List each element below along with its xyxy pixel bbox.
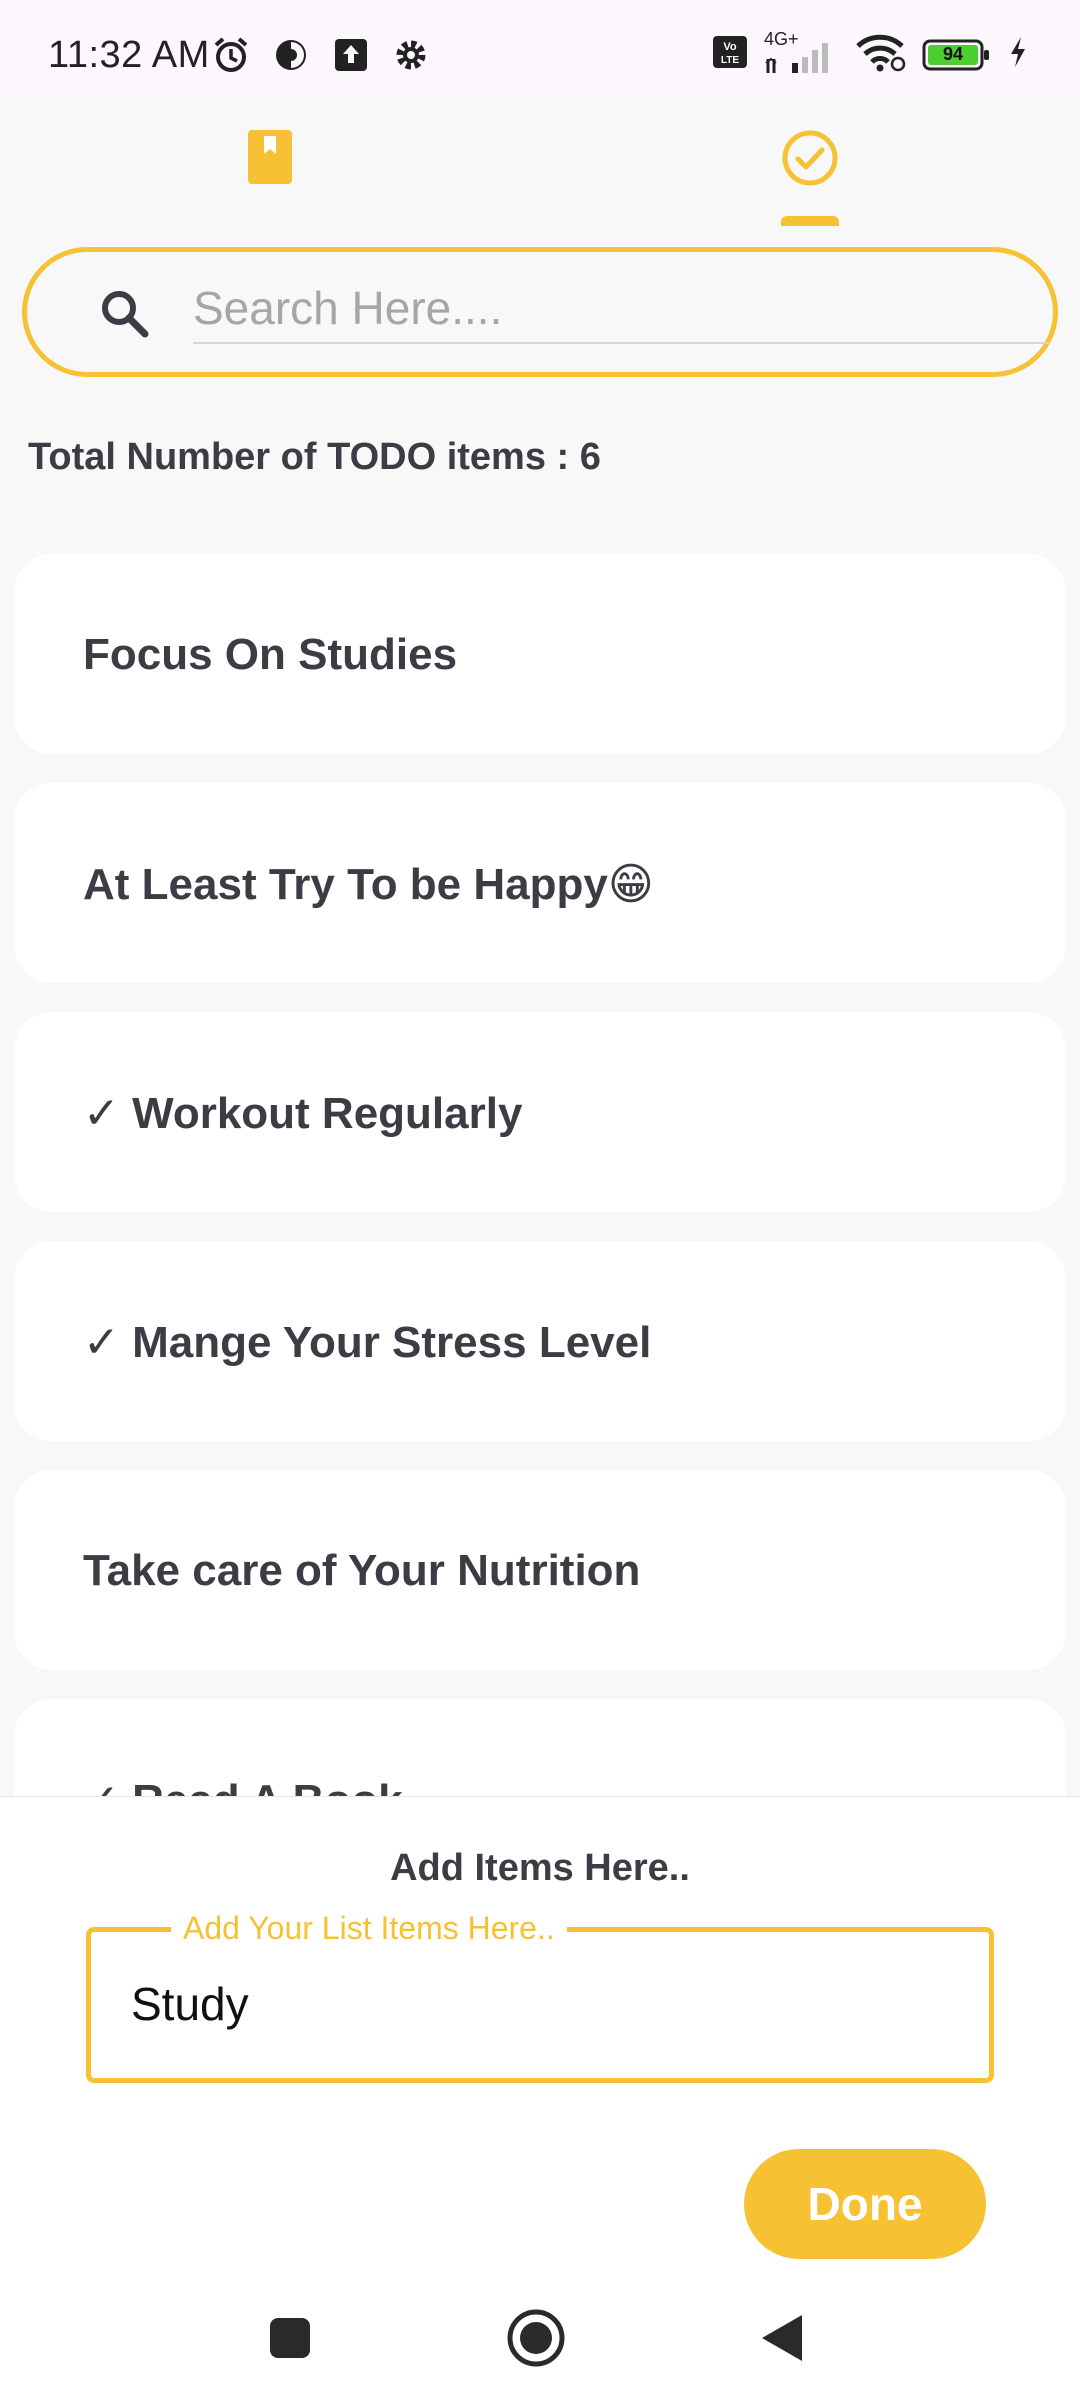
- status-time: 11:32 AM: [48, 34, 210, 76]
- add-item-input[interactable]: [131, 1972, 951, 2036]
- status-icons-right: Vo LTE 4G+ 94: [712, 29, 1028, 77]
- add-item-field[interactable]: Add Your List Items Here..: [86, 1910, 994, 2083]
- wifi-icon: [854, 32, 906, 77]
- todo-item[interactable]: ✓ Mange Your Stress Level: [14, 1241, 1066, 1441]
- sheet-title: Add Items Here..: [390, 1847, 690, 1889]
- todo-item[interactable]: ✓ Read A Book: [14, 1699, 1066, 1796]
- done-button[interactable]: Done: [744, 2149, 986, 2259]
- tab-notes[interactable]: [0, 92, 540, 226]
- todo-item-text: ✓ Mange Your Stress Level: [83, 1318, 652, 1367]
- battery-level: 94: [942, 43, 964, 64]
- battery-icon: 94: [922, 38, 992, 72]
- charging-icon: [1008, 35, 1028, 74]
- svg-text:Vo: Vo: [723, 41, 737, 53]
- status-bar: 11:32 AM Vo LTE 4G+ 94: [0, 0, 1080, 92]
- search-icon: [99, 288, 151, 345]
- recents-icon: [268, 2316, 312, 2365]
- status-icons-left: [212, 36, 430, 74]
- todo-count: Total Number of TODO items : 6: [28, 436, 601, 478]
- signal-icon: 4G+: [764, 29, 838, 75]
- todo-item-text: ✓ Workout Regularly: [83, 1089, 523, 1138]
- todo-item[interactable]: Focus On Studies: [14, 554, 1066, 754]
- todo-item-text: At Least Try To be Happy😁: [83, 860, 654, 909]
- todo-item[interactable]: ✓ Workout Regularly: [14, 1012, 1066, 1212]
- alarm-icon: [212, 36, 250, 74]
- todo-item-text: Focus On Studies: [83, 630, 458, 679]
- search-bar[interactable]: [22, 247, 1058, 377]
- bookmark-icon: [246, 128, 294, 191]
- tab-bar: [0, 92, 1080, 226]
- todo-item[interactable]: Take care of Your Nutrition: [14, 1470, 1066, 1670]
- navigation-bar: [0, 2280, 1080, 2400]
- volte-icon: Vo LTE: [712, 34, 748, 75]
- tab-indicator: [781, 216, 839, 226]
- back-button[interactable]: [742, 2300, 822, 2380]
- add-item-sheet: Add Items Here.. Add Your List Items Her…: [0, 1796, 1080, 2280]
- svg-text:LTE: LTE: [721, 55, 739, 66]
- back-icon: [760, 2313, 804, 2368]
- home-button[interactable]: [496, 2300, 576, 2380]
- todo-item[interactable]: At Least Try To be Happy😁: [14, 783, 1066, 983]
- recents-button[interactable]: [250, 2300, 330, 2380]
- todo-item-text: ✓ Read A Book: [83, 1775, 403, 1796]
- settings-icon: [392, 36, 430, 74]
- todo-item-text: Take care of Your Nutrition: [83, 1546, 641, 1595]
- search-input[interactable]: [193, 274, 1049, 344]
- upload-icon: [332, 36, 370, 74]
- home-icon: [506, 2308, 566, 2373]
- tab-todos[interactable]: [540, 92, 1080, 226]
- add-item-field-label: Add Your List Items Here..: [171, 1910, 567, 1947]
- data-saver-icon: [272, 36, 310, 74]
- check-circle-icon: [780, 128, 840, 193]
- todo-list[interactable]: Focus On Studies At Least Try To be Happ…: [14, 554, 1066, 1796]
